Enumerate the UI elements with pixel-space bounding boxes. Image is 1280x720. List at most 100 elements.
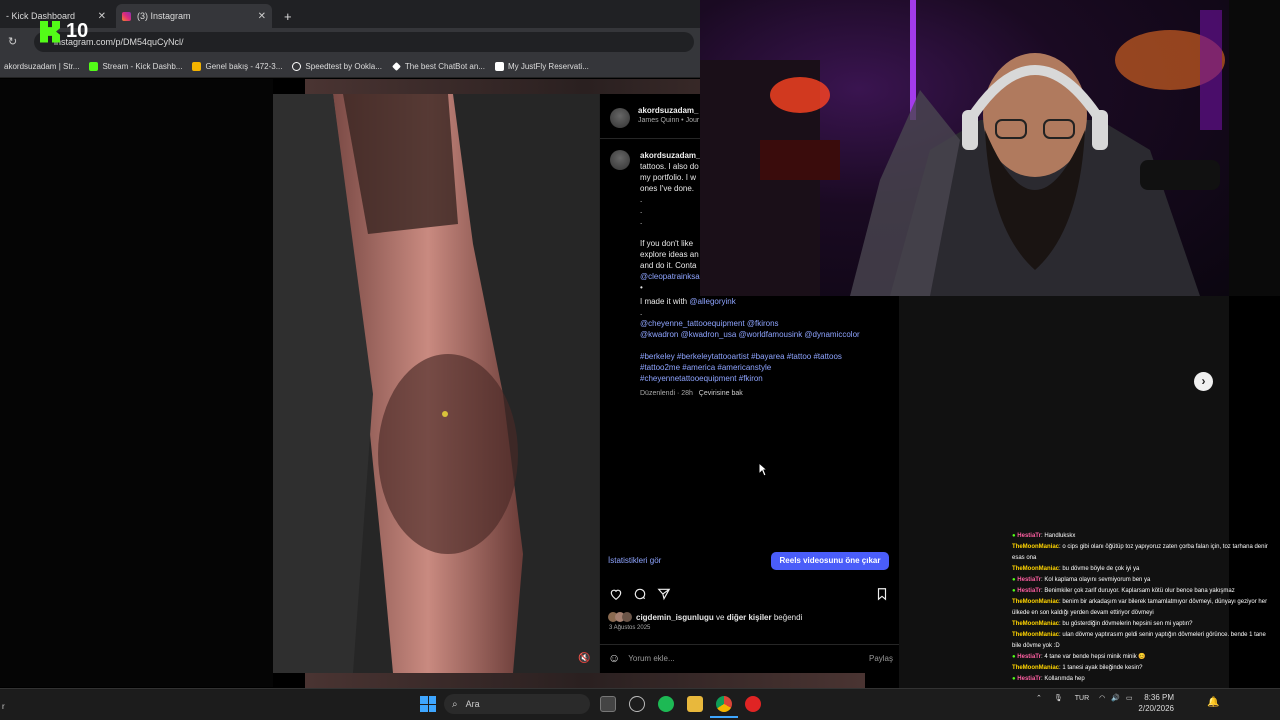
comment-row: ☺ Yorum ekle... Paylaş xyxy=(608,650,893,666)
tab-label: (3) Instagram xyxy=(137,11,191,21)
taskbar-clock[interactable]: 8:36 PM 2/20/2026 xyxy=(1134,692,1174,714)
chevron-up-icon[interactable]: ⌃ xyxy=(1036,694,1042,702)
hashtag-link[interactable]: #berkeley #berkeleytattooartist #bayarea… xyxy=(640,351,895,362)
likes-text: beğendi xyxy=(773,612,803,622)
chat-username: HestiaTr xyxy=(1017,577,1041,583)
mention-link[interactable]: @cheyenne_tattooequipment @fkirons xyxy=(640,318,895,329)
bookmark-item[interactable]: Genel bakış - 472-3... xyxy=(192,62,282,71)
spotify-icon[interactable] xyxy=(658,696,674,712)
avatar[interactable] xyxy=(610,150,630,170)
next-post-arrow-icon[interactable]: › xyxy=(1194,372,1213,391)
post-author-name[interactable]: akordsuzadam_ xyxy=(638,106,699,115)
bookmark-label: Speedtest by Ookla... xyxy=(305,62,382,71)
chat-message: TheMoonManiac: o cips gibi olanı öğütüp … xyxy=(1012,542,1274,564)
chat-username: TheMoonManiac xyxy=(1012,632,1060,638)
taskbar-search[interactable]: ⌕ Ara xyxy=(444,694,590,714)
mention-link[interactable]: @kwadron @kwadron_usa @worldfamousink @d… xyxy=(640,329,895,340)
chat-overlay: ● HestiaTr: Handlukskx TheMoonManiac: o … xyxy=(1012,531,1274,699)
post-date: 3 Ağustos 2025 xyxy=(609,625,651,631)
avatar[interactable] xyxy=(610,108,630,128)
bookmark-item[interactable]: Speedtest by Ookla... xyxy=(292,62,382,71)
instagram-favicon-icon xyxy=(122,11,131,21)
viewer-count: 10 xyxy=(66,20,89,42)
url-input[interactable]: instagram.com/p/DM54quCyNcl/ xyxy=(34,32,694,52)
caption-line: . xyxy=(640,308,643,317)
chat-message: ● HestiaTr: Kollarımda hep xyxy=(1012,676,1085,682)
bookmark-item[interactable]: My JustFly Reservati... xyxy=(494,62,589,71)
mention-link[interactable]: @allegoryink xyxy=(689,297,735,306)
chat-message: TheMoonManiac: bu gösterdiğin dövmelerin… xyxy=(1012,619,1274,630)
language-indicator[interactable]: TUR xyxy=(1075,695,1089,702)
liker-username[interactable]: cigdemin_isgunlugu xyxy=(636,613,714,622)
task-view-icon[interactable] xyxy=(600,696,616,712)
hashtag-link[interactable]: #tattoo2me #america #americanstyle xyxy=(640,362,895,373)
boost-reel-button[interactable]: Reels videosunu öne çıkar xyxy=(771,552,889,570)
battery-icon[interactable]: ▭ xyxy=(1126,694,1133,702)
system-tray: ⌃ 🎙 TUR ◠ 🔊 ▭ xyxy=(1036,694,1133,703)
bookmark-label: The best ChatBot an... xyxy=(404,62,485,71)
webcam-scene xyxy=(700,0,1225,296)
post-media[interactable]: 🔇 xyxy=(273,94,599,673)
clock-date: 2/20/2026 xyxy=(1138,704,1174,713)
chat-message: ● HestiaTr: Handlukskx xyxy=(1012,533,1076,539)
emoji-icon[interactable]: ☺ xyxy=(608,651,620,665)
chat-text: : Benimkiler çok zarif duruyor. Kaplarsa… xyxy=(1040,588,1235,594)
chat-message: TheMoonManiac: benim bir arkadaşım var b… xyxy=(1012,597,1274,619)
windows-start-icon[interactable] xyxy=(420,696,436,712)
audio-attribution[interactable]: James Quinn • Jour xyxy=(638,117,699,124)
comment-icon[interactable] xyxy=(633,587,647,601)
bookmark-icon[interactable] xyxy=(875,587,889,601)
liker-avatars xyxy=(608,612,632,622)
divider xyxy=(599,644,899,645)
file-explorer-icon[interactable] xyxy=(687,696,703,712)
likes-text: ve xyxy=(716,612,725,622)
close-tab-icon[interactable]: ✕ xyxy=(98,11,106,22)
copilot-icon[interactable] xyxy=(629,696,645,712)
chat-username: HestiaTr xyxy=(1017,676,1041,682)
wifi-icon[interactable]: ◠ xyxy=(1099,694,1105,702)
speedtest-icon xyxy=(292,62,302,71)
modal-backdrop[interactable] xyxy=(0,79,273,687)
comment-input[interactable]: Yorum ekle... xyxy=(628,654,869,663)
bookmark-item[interactable]: akordsuzadam | Str... xyxy=(4,62,79,71)
streamer-webcam xyxy=(700,0,1229,296)
close-tab-icon[interactable]: ✕ xyxy=(258,11,266,22)
likes-summary: cigdemin_isgunlugu ve diğer kişiler beğe… xyxy=(608,612,802,622)
chat-message: TheMoonManiac: ulan dövme yaptırasım gel… xyxy=(1012,630,1274,652)
bookmark-label: Genel bakış - 472-3... xyxy=(205,62,283,71)
microphone-icon[interactable]: 🎙 xyxy=(1054,694,1063,702)
share-icon[interactable] xyxy=(657,587,671,601)
see-translation-link[interactable]: Çevirisine bak xyxy=(699,390,743,397)
new-tab-button[interactable]: + xyxy=(278,4,292,28)
view-insights-link[interactable]: İstatistikleri gör xyxy=(608,556,661,565)
chat-username: TheMoonManiac xyxy=(1012,621,1060,627)
reload-icon[interactable]: ↻ xyxy=(8,35,17,48)
tab-instagram[interactable]: (3) Instagram ✕ xyxy=(116,4,272,28)
post-comment-button[interactable]: Paylaş xyxy=(869,654,893,663)
search-placeholder: Ara xyxy=(465,699,480,709)
tattooed-arm-photo: 🔇 xyxy=(273,94,599,673)
chat-username: HestiaTr xyxy=(1017,654,1041,660)
bookmark-item[interactable]: The best ChatBot an... xyxy=(391,62,485,71)
chat-message: ● HestiaTr: 4 tane var bende hepsi minik… xyxy=(1012,654,1146,660)
chat-text: : 1 tanesi ayak bileğinde kesin? xyxy=(1059,665,1143,671)
chrome-icon[interactable] xyxy=(716,696,732,712)
chat-text: : Kollarımda hep xyxy=(1040,676,1085,682)
notification-bell-icon[interactable]: 🔔 xyxy=(1207,697,1219,708)
chat-text: : Handlukskx xyxy=(1040,533,1076,539)
clock-time: 8:36 PM xyxy=(1144,693,1174,702)
bookmark-item[interactable]: Stream - Kick Dashb... xyxy=(89,62,182,71)
other-likers-link[interactable]: diğer kişiler xyxy=(727,613,772,622)
app-icon[interactable] xyxy=(745,696,761,712)
chat-message: TheMoonManiac: 1 tanesi ayak bileğinde k… xyxy=(1012,663,1274,674)
svg-text:🔇: 🔇 xyxy=(578,651,590,664)
heart-icon[interactable] xyxy=(609,587,623,601)
chat-username: HestiaTr xyxy=(1017,533,1041,539)
chatbot-icon xyxy=(391,62,401,71)
caption-line: I made it with xyxy=(640,297,688,306)
chat-message: ● HestiaTr: Kol kaplama olayını sevmiyor… xyxy=(1012,577,1151,583)
volume-icon[interactable]: 🔊 xyxy=(1111,694,1120,702)
bookmark-label: Stream - Kick Dashb... xyxy=(102,62,183,71)
chat-username: TheMoonManiac xyxy=(1012,665,1060,671)
hashtag-link[interactable]: #cheyennetattooequipment #fkiron xyxy=(640,373,895,384)
